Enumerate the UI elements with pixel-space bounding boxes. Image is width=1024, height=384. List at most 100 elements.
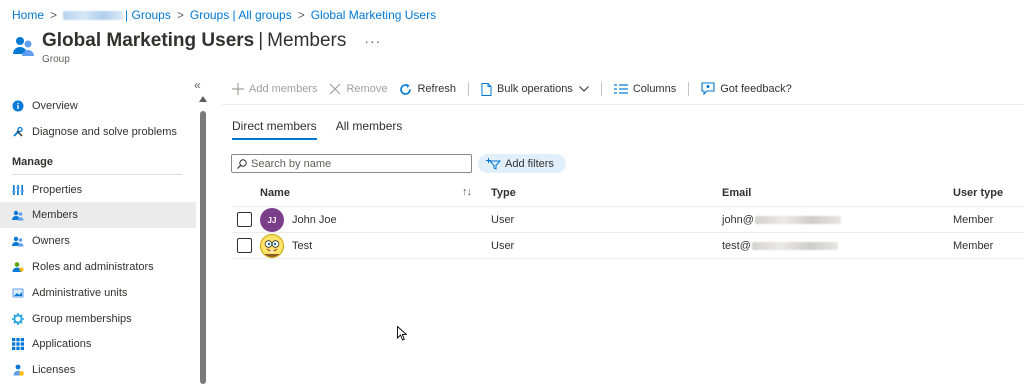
sidebar-item-diagnose[interactable]: Diagnose and solve problems bbox=[0, 119, 196, 145]
column-header-name[interactable]: Name bbox=[260, 182, 290, 204]
plus-icon bbox=[232, 83, 244, 95]
sidebar-item-label: Applications bbox=[32, 338, 92, 350]
page-section-title: Members bbox=[267, 30, 347, 51]
sidebar: « Overview Diagnose and solve problems M… bbox=[0, 78, 208, 384]
tab-direct-members[interactable]: Direct members bbox=[232, 119, 317, 140]
document-icon bbox=[481, 82, 492, 96]
refresh-label: Refresh bbox=[417, 83, 456, 95]
sidebar-item-overview[interactable]: Overview bbox=[0, 93, 196, 119]
collapse-sidebar-button[interactable]: « bbox=[194, 78, 201, 92]
search-icon bbox=[237, 158, 247, 169]
sidebar-item-group-memberships[interactable]: Group memberships bbox=[0, 306, 196, 332]
more-options-button[interactable]: ··· bbox=[364, 33, 381, 49]
toolbar-divider-line bbox=[222, 104, 1024, 105]
row-checkbox[interactable] bbox=[237, 212, 252, 227]
breadcrumb-separator: > bbox=[176, 8, 184, 22]
email-cell: john@ bbox=[722, 207, 841, 233]
add-members-button[interactable]: Add members bbox=[232, 83, 317, 95]
breadcrumb-current[interactable]: Global Marketing Users bbox=[311, 8, 436, 22]
page-header: Global Marketing Users | Members ··· Gro… bbox=[12, 30, 381, 65]
member-tabs: Direct members All members bbox=[232, 119, 421, 140]
properties-icon bbox=[12, 185, 24, 195]
breadcrumb-home[interactable]: Home bbox=[12, 8, 44, 22]
column-header-email[interactable]: Email bbox=[722, 182, 751, 204]
roles-icon bbox=[12, 262, 24, 272]
sidebar-item-label: Overview bbox=[32, 100, 78, 112]
sidebar-item-applications[interactable]: Applications bbox=[0, 331, 196, 357]
breadcrumb-redacted-tenant bbox=[63, 10, 124, 20]
email-prefix: test@ bbox=[722, 240, 751, 252]
add-filters-label: Add filters bbox=[505, 157, 554, 170]
toolbar-divider bbox=[600, 82, 602, 96]
email-prefix: john@ bbox=[722, 214, 754, 226]
add-members-label: Add members bbox=[249, 83, 318, 95]
feedback-label: Got feedback? bbox=[720, 83, 792, 95]
sidebar-item-owners[interactable]: Owners bbox=[0, 228, 196, 254]
columns-button[interactable]: Columns bbox=[613, 83, 677, 95]
sidebar-item-label: Diagnose and solve problems bbox=[32, 126, 177, 138]
name-cell[interactable]: Test bbox=[260, 233, 312, 259]
page-subtitle: Group bbox=[42, 54, 70, 65]
name-cell[interactable]: JJ John Joe bbox=[260, 207, 337, 233]
license-icon bbox=[13, 364, 24, 376]
sidebar-item-label: Licenses bbox=[32, 364, 76, 376]
search-input[interactable] bbox=[251, 157, 461, 170]
columns-icon bbox=[613, 84, 628, 94]
avatar bbox=[260, 234, 284, 258]
avatar: JJ bbox=[260, 208, 284, 232]
add-filters-button[interactable]: Add filters bbox=[478, 154, 566, 173]
sidebar-scrollbar[interactable] bbox=[200, 111, 206, 384]
sidebar-divider bbox=[12, 174, 182, 175]
command-bar: Add members Remove Refresh Bulk operatio… bbox=[232, 80, 792, 98]
owners-icon bbox=[12, 236, 24, 247]
sidebar-item-members[interactable]: Members bbox=[0, 202, 196, 228]
sidebar-item-label: Group memberships bbox=[32, 313, 132, 325]
table-row[interactable]: Test User test@ Member bbox=[232, 232, 1024, 259]
sort-icon[interactable]: ↑↓ bbox=[462, 186, 472, 198]
breadcrumb-groups[interactable]: | Groups bbox=[125, 8, 171, 22]
toolbar-divider bbox=[688, 82, 690, 96]
remove-label: Remove bbox=[346, 83, 388, 95]
refresh-icon bbox=[400, 83, 412, 95]
sidebar-item-roles[interactable]: Roles and administrators bbox=[0, 254, 196, 280]
member-name[interactable]: Test bbox=[292, 240, 312, 252]
group-icon bbox=[13, 37, 34, 56]
columns-label: Columns bbox=[632, 83, 677, 95]
type-cell: User bbox=[491, 240, 515, 252]
type-cell: User bbox=[491, 214, 515, 226]
column-header-type[interactable]: Type bbox=[491, 182, 516, 204]
breadcrumb-separator: > bbox=[297, 8, 305, 22]
sidebar-item-label: Properties bbox=[32, 184, 83, 196]
search-box bbox=[231, 154, 472, 173]
member-name[interactable]: John Joe bbox=[292, 214, 337, 226]
sidebar-item-label: Owners bbox=[32, 235, 70, 247]
feedback-button[interactable]: Got feedback? bbox=[701, 82, 792, 96]
avatar-picture-icon bbox=[264, 240, 280, 257]
breadcrumb-all-groups[interactable]: Groups | All groups bbox=[190, 8, 292, 22]
bulk-operations-label: Bulk operations bbox=[496, 83, 573, 95]
close-icon bbox=[330, 83, 341, 95]
sidebar-section-manage: Manage bbox=[12, 156, 53, 168]
bulk-operations-button[interactable]: Bulk operations bbox=[481, 82, 589, 96]
row-checkbox[interactable] bbox=[237, 238, 252, 253]
scroll-up-arrow[interactable] bbox=[199, 96, 207, 102]
sidebar-item-label: Roles and administrators bbox=[32, 261, 154, 273]
table-row[interactable]: JJ John Joe User john@ Member bbox=[232, 206, 1024, 233]
wrench-icon bbox=[13, 126, 23, 137]
email-redacted-domain bbox=[751, 242, 838, 250]
sidebar-item-admin-units[interactable]: Administrative units bbox=[0, 280, 196, 306]
info-icon bbox=[12, 100, 24, 112]
sidebar-item-licenses[interactable]: Licenses bbox=[0, 357, 196, 383]
admin-units-icon bbox=[12, 288, 24, 298]
gear-icon bbox=[12, 313, 24, 325]
breadcrumb-separator: > bbox=[50, 8, 58, 22]
column-header-user-type[interactable]: User type bbox=[953, 182, 1003, 204]
remove-button[interactable]: Remove bbox=[329, 83, 387, 95]
toolbar-divider bbox=[467, 82, 469, 96]
sidebar-item-properties[interactable]: Properties bbox=[0, 177, 196, 203]
refresh-button[interactable]: Refresh bbox=[399, 83, 456, 96]
chevron-down-icon bbox=[578, 86, 589, 92]
tab-all-members[interactable]: All members bbox=[336, 119, 403, 140]
members-icon bbox=[12, 210, 24, 221]
email-redacted-domain bbox=[754, 216, 841, 224]
